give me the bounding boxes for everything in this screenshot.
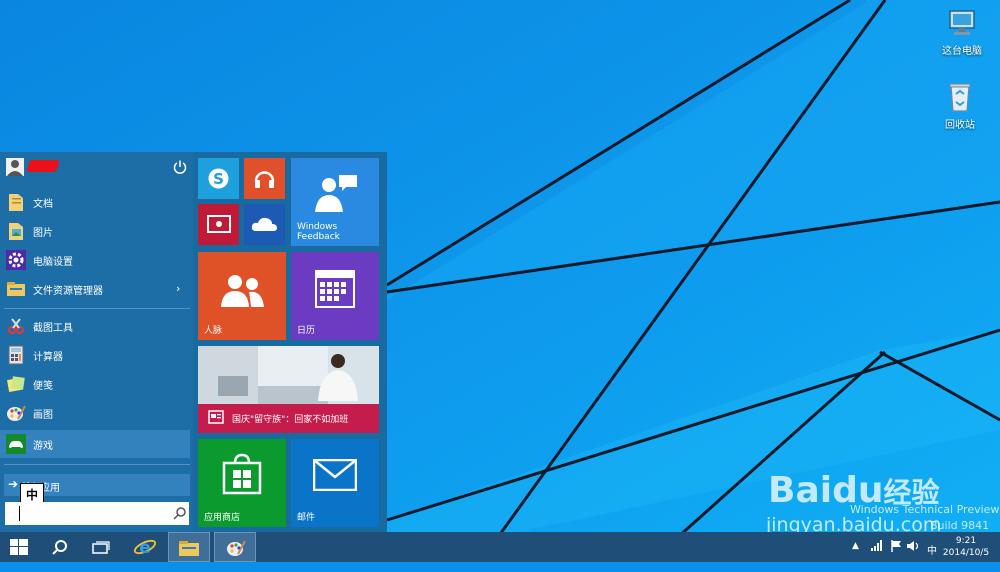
tile-label: 应用商店 <box>204 513 241 523</box>
people-icon <box>221 275 264 307</box>
start-menu-left-pane: 文档 图片 电脑设置 文件资源管理器 › 截图工具 计算器 便笺 画图 游戏 ➔… <box>0 152 193 532</box>
calculator-icon <box>6 345 26 365</box>
menu-item-label: 图片 <box>33 228 53 239</box>
menu-item-sticky-notes[interactable]: 便笺 <box>0 370 190 398</box>
menu-item-label: 电脑设置 <box>33 257 73 268</box>
news-photo <box>198 346 379 404</box>
show-hidden-icons-icon[interactable]: ▲ <box>852 541 859 571</box>
cloud-icon <box>251 217 277 231</box>
clock-time: 9:21 <box>955 536 977 546</box>
clock-date: 2014/10/5 <box>942 548 990 558</box>
mail-icon <box>313 459 357 491</box>
menu-item-label: 文件资源管理器 <box>33 286 103 297</box>
desktop-icon-this-pc[interactable]: 这台电脑 <box>932 6 992 57</box>
pc-settings-gear-icon <box>6 250 26 270</box>
skype-icon: S <box>208 168 229 189</box>
menu-item-calculator[interactable]: 计算器 <box>0 341 190 369</box>
menu-item-label: 便笺 <box>33 381 53 392</box>
start-button[interactable] <box>0 532 40 562</box>
desktop-icon-label: 这台电脑 <box>942 46 982 57</box>
games-icon <box>6 434 26 454</box>
store-bag-icon <box>222 453 262 495</box>
user-name-redacted <box>26 160 60 172</box>
user-avatar-icon <box>6 158 24 176</box>
tile-mail[interactable]: 邮件 <box>291 439 379 527</box>
ime-indicator[interactable]: 中 <box>927 542 937 572</box>
recycle-bin-icon <box>943 80 977 114</box>
internet-explorer-icon: e <box>133 538 157 558</box>
menu-item-paint[interactable]: 画图 <box>0 399 190 427</box>
news-icon <box>208 410 224 424</box>
tile-news[interactable]: 国庆"留守族"：回家不如加班 <box>198 346 379 433</box>
arrow-right-icon: ➔ <box>8 477 19 491</box>
pictures-folder-icon <box>6 221 26 241</box>
chevron-right-icon[interactable]: › <box>176 282 180 295</box>
tile-label: Windows Feedback <box>297 222 340 242</box>
computer-icon <box>945 6 979 40</box>
flag-icon[interactable] <box>890 540 902 570</box>
sticky-notes-icon <box>6 374 26 394</box>
desktop-icon-recycle-bin[interactable]: 回收站 <box>930 80 990 131</box>
taskbar-paint[interactable] <box>214 532 256 562</box>
desktop-icon-label: 回收站 <box>945 120 975 131</box>
snipping-tool-icon <box>6 316 26 336</box>
taskbar-internet-explorer[interactable]: e <box>124 532 166 562</box>
search-icon[interactable] <box>173 506 187 520</box>
paint-icon <box>227 540 246 556</box>
video-icon <box>207 215 231 233</box>
task-view-button[interactable] <box>80 532 120 562</box>
tile-onedrive[interactable] <box>244 204 285 245</box>
file-explorer-icon <box>6 279 26 299</box>
taskbar-search-button[interactable] <box>40 532 80 562</box>
menu-item-games[interactable]: 游戏 <box>0 430 190 458</box>
menu-item-label: 截图工具 <box>33 323 73 334</box>
menu-item-file-explorer[interactable]: 文件资源管理器 › <box>0 275 190 303</box>
menu-item-pc-settings[interactable]: 电脑设置 <box>0 246 190 274</box>
calendar-icon <box>315 270 355 308</box>
menu-divider <box>4 308 190 309</box>
power-icon[interactable] <box>172 159 188 175</box>
tile-label: 日历 <box>297 326 316 336</box>
text-caret <box>19 506 20 521</box>
menu-item-label: 画图 <box>33 410 53 421</box>
file-explorer-icon <box>179 541 199 556</box>
menu-item-label: 文档 <box>33 199 53 210</box>
tile-windows-feedback[interactable]: Windows Feedback <box>291 158 379 246</box>
documents-folder-icon <box>6 192 26 212</box>
tile-people[interactable]: 人脉 <box>198 252 286 340</box>
tile-store[interactable]: 应用商店 <box>198 439 286 527</box>
system-clock[interactable]: 9:21 2014/10/5 <box>940 535 992 559</box>
tile-music[interactable] <box>244 158 285 199</box>
tile-calendar[interactable]: 日历 <box>291 252 379 340</box>
menu-item-label: 计算器 <box>33 352 63 363</box>
menu-item-snipping-tool[interactable]: 截图工具 <box>0 312 190 340</box>
svg-text:S: S <box>213 170 224 188</box>
feedback-person-icon <box>315 175 357 212</box>
menu-item-label: 游戏 <box>33 441 53 452</box>
menu-item-documents[interactable]: 文档 <box>0 188 190 216</box>
network-icon[interactable] <box>870 540 884 570</box>
volume-icon[interactable] <box>906 540 920 570</box>
tile-skype[interactable]: S <box>198 158 239 199</box>
menu-item-pictures[interactable]: 图片 <box>0 217 190 245</box>
tile-label: 国庆"留守族"：回家不如加班 <box>232 415 349 425</box>
taskbar-file-explorer[interactable] <box>168 532 210 562</box>
svg-text:e: e <box>139 538 151 558</box>
search-icon <box>52 540 67 555</box>
user-account-row[interactable] <box>0 152 193 182</box>
menu-divider <box>4 464 190 465</box>
task-view-icon <box>92 541 110 554</box>
tile-label: 人脉 <box>204 326 223 336</box>
windows-start-icon <box>10 539 28 555</box>
tile-video[interactable] <box>198 204 239 245</box>
start-menu: 文档 图片 电脑设置 文件资源管理器 › 截图工具 计算器 便笺 画图 游戏 ➔… <box>0 152 387 532</box>
search-input[interactable] <box>5 502 189 525</box>
paint-icon <box>6 403 26 423</box>
taskbar: e ▲ 中 9:21 2014/10/5 <box>0 532 1000 562</box>
headphones-icon <box>254 171 275 188</box>
tile-label: 邮件 <box>297 513 316 523</box>
